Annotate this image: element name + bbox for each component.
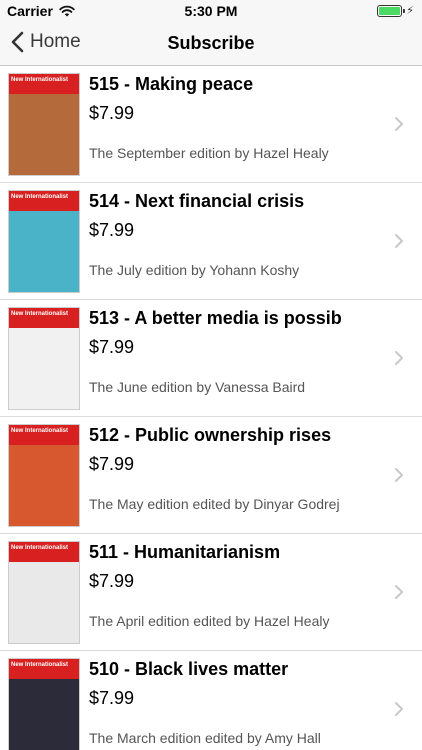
cover-masthead: New Internationalist [9, 659, 79, 679]
status-right: ⚡ [377, 4, 414, 17]
list-item[interactable]: New Internationalist 511 - Humanitariani… [0, 534, 422, 651]
chevron-right-icon [395, 351, 403, 365]
cover-image: New Internationalist [8, 307, 80, 410]
cover-art [9, 328, 79, 409]
edition-subtitle: The July edition by Yohann Koshy [89, 262, 300, 278]
edition-title: 515 - Making peace [89, 74, 254, 94]
chevron-right-icon [395, 234, 403, 248]
cover-art [9, 562, 79, 643]
edition-subtitle: The May edition edited by Dinyar Godrej [89, 496, 340, 512]
edition-subtitle: The June edition by Vanessa Baird [89, 379, 306, 395]
edition-title: 511 - Humanitarianism [89, 542, 281, 562]
edition-subtitle: The April edition edited by Hazel Healy [89, 613, 330, 629]
edition-price: $7.99 [89, 688, 135, 708]
edition-price: $7.99 [89, 571, 135, 591]
cover-masthead: New Internationalist [9, 542, 79, 562]
edition-title: 514 - Next financial crisis [89, 191, 305, 211]
cover-art [9, 679, 79, 750]
status-time: 5:30 PM [184, 3, 238, 19]
edition-subtitle: The September edition by Hazel Healy [89, 145, 329, 161]
cover-art [9, 445, 79, 526]
status-bar: Carrier 5:30 PM ⚡ [0, 0, 422, 22]
edition-price: $7.99 [89, 220, 135, 240]
cover-image: New Internationalist [8, 73, 80, 176]
edition-price: $7.99 [89, 454, 135, 474]
cover-masthead-text: New Internationalist [11, 311, 69, 317]
edition-title: 512 - Public ownership rises [89, 425, 332, 445]
list-item[interactable]: New Internationalist 510 - Black lives m… [0, 651, 422, 750]
cover-masthead-text: New Internationalist [11, 194, 69, 200]
cover-masthead: New Internationalist [9, 425, 79, 445]
cover-masthead-text: New Internationalist [11, 77, 69, 83]
cover-art [9, 211, 79, 292]
cover-image: New Internationalist [8, 541, 80, 644]
chevron-right-icon [395, 702, 403, 716]
edition-subtitle: The March edition edited by Amy Hall [89, 730, 321, 746]
cover-image: New Internationalist [8, 658, 80, 750]
cover-image: New Internationalist [8, 424, 80, 527]
edition-title: 513 - A better media is possib [89, 308, 342, 328]
list-item[interactable]: New Internationalist 515 - Making peace … [0, 66, 422, 183]
navigation-bar: Home Subscribe [0, 22, 422, 66]
cover-masthead: New Internationalist [9, 308, 79, 328]
chevron-right-icon [395, 468, 403, 482]
cover-masthead: New Internationalist [9, 191, 79, 211]
edition-price: $7.99 [89, 103, 135, 123]
page-title: Subscribe [167, 33, 255, 53]
chevron-right-icon [395, 585, 403, 599]
battery-icon [377, 4, 406, 17]
cover-masthead-text: New Internationalist [11, 545, 69, 551]
edition-price: $7.99 [89, 337, 135, 357]
list-item[interactable]: New Internationalist 513 - A better medi… [0, 300, 422, 417]
cover-masthead-text: New Internationalist [11, 662, 69, 668]
chevron-right-icon [395, 117, 403, 131]
cover-art [9, 94, 79, 175]
charging-icon: ⚡ [406, 5, 414, 17]
edition-title: 510 - Black lives matter [89, 659, 289, 679]
cover-masthead: New Internationalist [9, 74, 79, 94]
battery-fill [379, 6, 401, 15]
cover-image: New Internationalist [8, 190, 80, 293]
list-item[interactable]: New Internationalist 514 - Next financia… [0, 183, 422, 300]
edition-list: New Internationalist 515 - Making peace … [0, 66, 422, 750]
list-item[interactable]: New Internationalist 512 - Public owners… [0, 417, 422, 534]
cover-masthead-text: New Internationalist [11, 428, 69, 434]
